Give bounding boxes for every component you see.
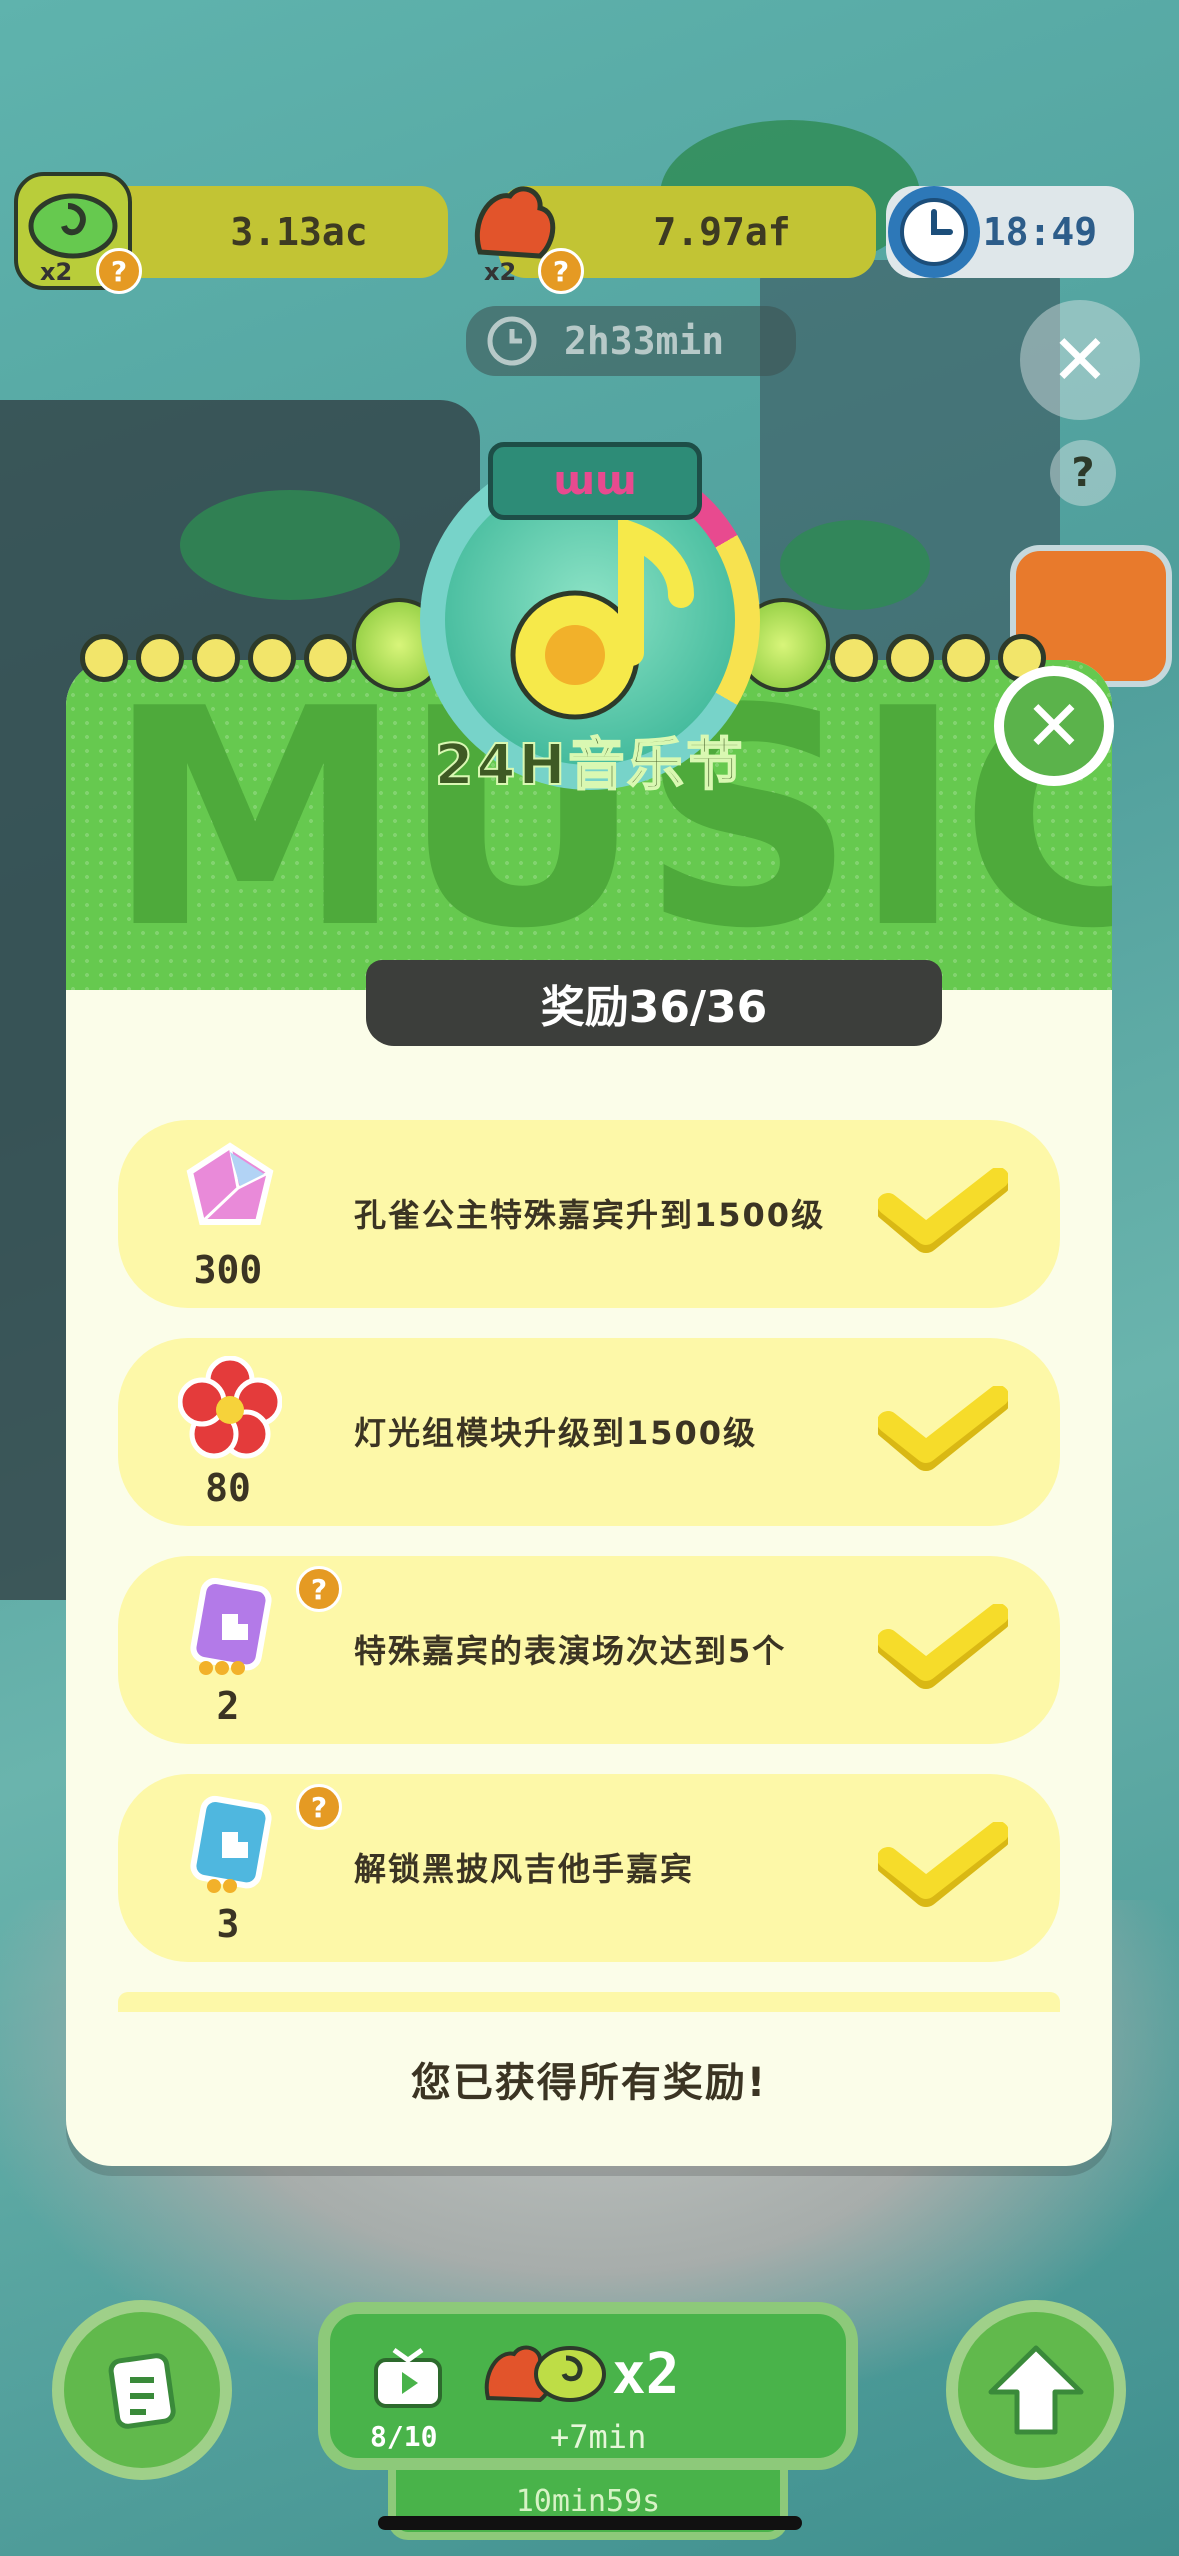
check-icon [875, 1385, 1011, 1476]
event-timer-value: 2h33min [564, 319, 725, 363]
reward-quantity: 3 [216, 1902, 240, 1946]
reward-card: 80 灯光组模块升级到1500级 [118, 1338, 1060, 1526]
reward-card: 300 孔雀公主特殊嘉宾升到1500级 [118, 1120, 1060, 1308]
pink-gem-icon [178, 1138, 282, 1242]
resource1-help-icon[interactable]: ? [96, 248, 142, 294]
check-icon [875, 1603, 1011, 1694]
boost-time: +7min [550, 2418, 647, 2456]
background-close-icon[interactable]: ✕ [1020, 300, 1140, 420]
resource1-value: 3.13ac [230, 210, 368, 254]
calendar-icon [108, 2353, 176, 2429]
bulb-icon [248, 634, 296, 682]
ad-count: 8/10 [370, 2420, 438, 2453]
reward-help-icon[interactable]: ? [296, 1566, 342, 1612]
palm-tree [180, 490, 400, 600]
clock-icon [888, 186, 980, 278]
reward-quantity: 2 [216, 1684, 240, 1728]
upgrade-button[interactable] [946, 2300, 1126, 2480]
boost-multiplier: x2 [612, 2342, 680, 2407]
check-icon [875, 1167, 1011, 1258]
resource1-multiplier: x2 [40, 258, 73, 286]
blue-card-pack-icon [178, 1792, 282, 1896]
all-rewards-claimed-text: 您已获得所有奖励! [410, 2060, 768, 2106]
bulb-icon [304, 634, 352, 682]
bulb-icon [192, 634, 240, 682]
reward-progress-header: 奖励36/36 [366, 960, 942, 1046]
reward-task-text: 孔雀公主特殊嘉宾升到1500级 [354, 1196, 826, 1234]
resource2-value: 7.97af [653, 210, 791, 254]
background-help-icon[interactable]: ? [1050, 440, 1116, 506]
up-arrow-icon [988, 2345, 1084, 2435]
calendar-button[interactable] [52, 2300, 232, 2480]
resource2-help-icon[interactable]: ? [538, 248, 584, 294]
bulb-icon [80, 634, 128, 682]
reward-task-text: 解锁黑披风吉他手嘉宾 [354, 1850, 695, 1888]
bulb-icon [886, 634, 934, 682]
resource2-multiplier: x2 [484, 258, 517, 286]
clock-value: 18:49 [982, 210, 1098, 254]
tv-ad-icon [374, 2347, 442, 2408]
reward-help-icon[interactable]: ? [296, 1784, 342, 1830]
close-button[interactable]: ✕ [994, 666, 1114, 786]
home-indicator [378, 2516, 802, 2530]
reward-quantity: 300 [193, 1248, 263, 1292]
event-timer: 2h33min [466, 306, 796, 376]
reward-card: ? 3 解锁黑披风吉他手嘉宾 [118, 1774, 1060, 1962]
red-flower-icon [177, 1355, 283, 1460]
check-icon [875, 1821, 1011, 1912]
next-reward-card-edge [118, 1992, 1060, 2012]
reward-task-text: 灯光组模块升级到1500级 [354, 1414, 758, 1452]
boost-button[interactable]: 8/10 x2 +7min [318, 2302, 858, 2470]
event-rewards-modal: MUSIC F 奖励36/36 300 孔雀公主特殊嘉宾升到1500级 80 灯… [66, 660, 1112, 2166]
bulb-icon [830, 634, 878, 682]
reward-task-text: 特殊嘉宾的表演场次达到5个 [354, 1632, 787, 1670]
timer-icon [487, 316, 537, 366]
emblem-tag: ɯɯ [488, 442, 702, 520]
event-title: 24H音乐节 [434, 732, 746, 799]
reward-card: ? 2 特殊嘉宾的表演场次达到5个 [118, 1556, 1060, 1744]
palm-tree [780, 520, 930, 610]
bulb-icon [942, 634, 990, 682]
reward-quantity: 80 [205, 1466, 251, 1510]
purple-card-pack-icon [178, 1574, 282, 1678]
boost-resources-icon [484, 2345, 606, 2403]
bulb-icon [136, 634, 184, 682]
